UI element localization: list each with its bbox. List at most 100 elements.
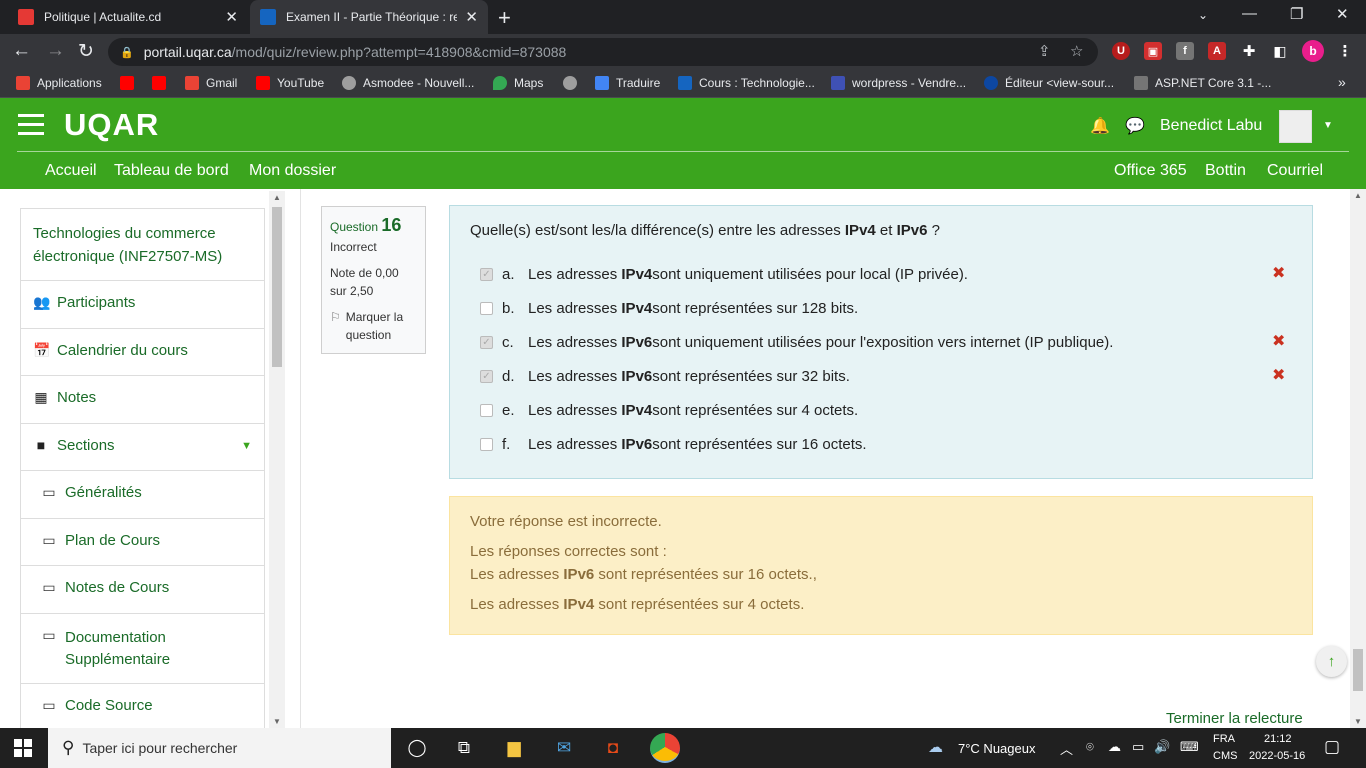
windows-start-icon[interactable] [14,739,32,757]
sidebar-item-sections[interactable]: ■ Sections ▼ [20,424,265,471]
share-icon[interactable]: ⇪ [1038,42,1051,60]
bell-icon[interactable]: 🔔 [1090,116,1110,136]
maximize-button[interactable]: ❐ [1290,5,1303,23]
bookmark-wordpress[interactable]: wordpress - Vendre... [831,76,966,90]
bookmarks-overflow-button[interactable]: » [1338,74,1346,90]
avatar[interactable] [1279,110,1312,143]
cortana-icon[interactable]: ◯ [405,737,429,759]
clock-date[interactable]: 2022-05-16 [1249,750,1305,762]
language-indicator[interactable]: FRA [1213,733,1235,745]
sidebar-section-code[interactable]: ▭ Code Source [20,684,265,728]
finish-review-link[interactable]: Terminer la relecture [1166,710,1303,727]
weather-text[interactable]: 7°C Nuageux [958,741,1035,756]
correct-answer-1: Les adresses IPv6 sont représentées sur … [470,566,817,583]
tab-examen[interactable]: Examen II - Partie Théorique : rele ✕ [250,0,488,34]
office-icon[interactable]: ◘ [601,737,625,759]
chrome-icon[interactable] [650,733,680,763]
question-state: Incorrect [330,240,377,254]
nav-office365[interactable]: Office 365 [1114,162,1187,180]
sidepanel-icon[interactable]: ◧ [1271,42,1289,60]
extensions-puzzle-icon[interactable]: ✚ [1240,42,1258,60]
bookmark-asmodee[interactable]: Asmodee - Nouvell... [342,76,474,90]
hamburger-menu-icon[interactable] [18,114,44,135]
address-bar[interactable]: 🔒 portail.uqar.ca /mod/quiz/review.php?a… [108,38,1098,66]
keyboard-icon[interactable]: ⌨ [1180,739,1199,755]
nav-mon-dossier[interactable]: Mon dossier [249,162,336,180]
sidebar-section-plan[interactable]: ▭ Plan de Cours [20,519,265,566]
forward-icon[interactable]: → [46,40,65,62]
scroll-up-icon[interactable]: ▲ [273,193,281,202]
nav-bottin[interactable]: Bottin [1205,162,1246,180]
message-icon[interactable]: 💬 [1125,116,1145,136]
sidebar-item-calendrier[interactable]: 📅 Calendrier du cours [20,329,265,376]
scroll-down-icon[interactable]: ▼ [1354,717,1362,726]
bookmark-traduire[interactable]: Traduire [595,76,660,90]
sidebar-section-notes[interactable]: ▭ Notes de Cours [20,566,265,614]
bookmark-gmail[interactable]: Gmail [185,76,237,90]
close-window-button[interactable]: ✕ [1336,5,1349,23]
close-tab-icon[interactable]: ✕ [225,8,238,26]
ime-indicator[interactable]: CMS [1213,750,1237,762]
correct-answer-2: Les adresses IPv4 sont représentées sur … [470,596,804,613]
back-to-top-button[interactable]: ↑ [1316,646,1347,677]
bookmark-editeur[interactable]: Éditeur <view-sour... [984,76,1114,90]
page-scrollbar[interactable]: ▲ ▼ [1350,189,1366,728]
bookmark-aspnet[interactable]: ASP.NET Core 3.1 -... [1134,76,1271,90]
flag-question-link[interactable]: ⚐ Marquer la question [330,308,417,344]
sidebar-section-documentation[interactable]: ▭ Documentation Supplémentaire [20,614,265,684]
tab-actualite[interactable]: Politique | Actualite.cd ✕ [8,0,248,34]
answer-option-e: e. Les adresses IPv4 sont représentées su… [480,402,858,419]
site-logo[interactable]: UQAR [64,107,159,143]
bookmark-maps[interactable]: Maps [493,76,543,90]
chevron-down-icon[interactable]: ▼ [241,440,252,452]
bookmark-cours[interactable]: Cours : Technologie... [678,76,815,90]
pdf-extension-icon[interactable]: A [1208,42,1226,60]
chevron-up-icon[interactable]: ︿ [1060,739,1073,758]
scrollbar-thumb[interactable] [1353,649,1363,691]
meet-icon[interactable]: ⌾ [1086,739,1094,755]
back-icon[interactable]: ← [12,40,31,62]
scrollbar-thumb[interactable] [272,207,282,367]
sidebar-scrollbar[interactable]: ▲ ▼ [269,191,285,728]
clock-time[interactable]: 21:12 [1264,733,1292,745]
bookmark-applications[interactable]: Applications [16,76,102,90]
extension-icon[interactable]: ▣ [1144,42,1162,60]
bookmark-youtube-2[interactable] [152,76,173,90]
weather-cloud-icon[interactable]: ☁ [928,738,943,756]
extension-icon[interactable]: f [1176,42,1194,60]
file-explorer-icon[interactable]: ▆ [502,737,526,759]
minimize-button[interactable]: — [1242,5,1257,22]
close-tab-icon[interactable]: ✕ [465,8,478,26]
cloud-icon[interactable]: ☁ [1108,739,1121,755]
mail-icon[interactable]: ✉ [552,737,576,759]
nav-courriel[interactable]: Courriel [1267,162,1323,180]
new-tab-button[interactable]: + [498,5,511,31]
bookmark-youtube[interactable]: YouTube [256,76,324,90]
profile-avatar[interactable]: b [1302,40,1324,62]
user-name[interactable]: Benedict Labu [1160,117,1262,135]
sidebar-item-notes[interactable]: ▦ Notes [20,376,265,424]
scroll-down-icon[interactable]: ▼ [273,717,281,726]
volume-icon[interactable]: 🔊 [1154,739,1170,755]
bookmark-globe[interactable] [563,76,584,90]
notification-icon[interactable]: ▢ [1324,737,1340,757]
users-icon: 👥 [33,294,51,310]
maps-pin-icon [493,76,507,90]
taskbar-search[interactable]: ⚲ Taper ici pour rechercher [48,728,391,768]
nav-accueil[interactable]: Accueil [45,162,97,180]
reload-icon[interactable]: ↻ [78,40,94,63]
bookmark-star-icon[interactable]: ☆ [1070,42,1083,60]
sidebar-section-generalites[interactable]: ▭ Généralités [20,471,265,519]
bookmark-youtube-1[interactable] [120,76,141,90]
menu-kebab-icon[interactable]: ⋮ [1336,42,1354,60]
tab-search-icon[interactable]: ⌄ [1198,8,1208,22]
scroll-up-icon[interactable]: ▲ [1354,191,1362,200]
sidebar-item-participants[interactable]: 👥 Participants [20,281,265,329]
chevron-down-icon[interactable]: ▼ [1323,120,1333,131]
sidebar-item-course[interactable]: Technologies du commerce électronique (I… [20,209,265,281]
nav-tableau-de-bord[interactable]: Tableau de bord [114,162,229,180]
search-icon: ⚲ [62,738,75,757]
task-view-icon[interactable]: ⧉ [452,737,476,759]
battery-icon[interactable]: ▭ [1132,739,1144,755]
ublock-extension-icon[interactable]: U [1112,42,1130,60]
